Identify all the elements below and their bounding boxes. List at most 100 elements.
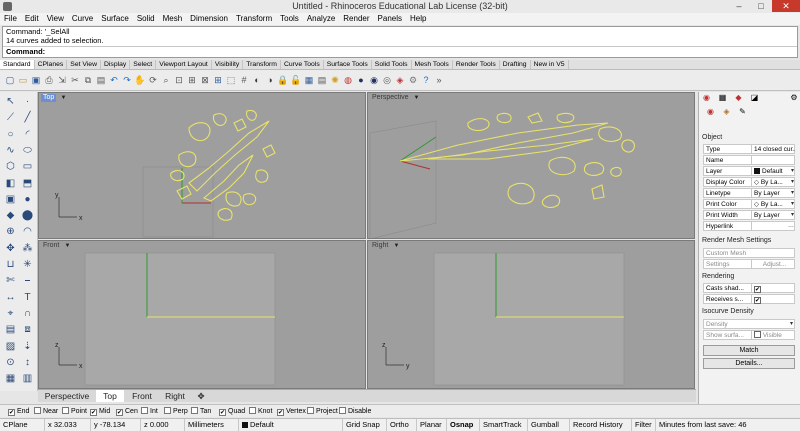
toolbar-tab-set-view[interactable]: Set View [67,60,101,69]
tab-front[interactable]: Front [126,390,158,402]
osnap-checkbox[interactable] [164,407,171,414]
record-history-toggle[interactable]: Record History [569,419,631,431]
dimension-icon[interactable]: ↔ [3,291,18,305]
help-icon[interactable]: ? [420,74,432,86]
select-arrow-icon[interactable]: ↖ [3,95,18,109]
menu-item-dimension[interactable]: Dimension [186,13,232,25]
more-icon[interactable]: » [433,74,445,86]
toolbar-tab-transform[interactable]: Transform [243,60,281,69]
menu-item-help[interactable]: Help [406,13,430,25]
osnap-end[interactable]: ✔ End [8,407,29,416]
density-dropdown-icon[interactable]: ▾ [790,320,793,329]
menu-item-edit[interactable]: Edit [21,13,43,25]
osnap-disable[interactable]: Disable [339,407,371,416]
osnap-mid[interactable]: ✔ Mid [90,407,110,416]
property-row-hyperlink[interactable]: Hyperlink… [703,221,795,231]
osnap-checkbox[interactable]: ✔ [8,409,15,416]
select-window-icon[interactable]: ⬚ [225,74,237,86]
unlock-icon[interactable]: 🔓 [290,74,302,86]
planar-toggle[interactable]: Planar [416,419,446,431]
layer-icon[interactable]: ▦ [303,74,315,86]
smarttrack-toggle[interactable]: SmartTrack [479,419,527,431]
osnap-checkbox[interactable] [249,407,256,414]
lock-icon[interactable]: 🔒 [277,74,289,86]
join-icon[interactable]: ⊔ [3,258,18,272]
extrude-icon[interactable]: ⬒ [20,177,35,191]
osnap-near[interactable]: Near [34,407,58,416]
dropdown-arrow-icon[interactable]: ▾ [791,211,794,220]
property-row-print-width[interactable]: Print Width By Layer ▾ [703,210,795,220]
toolbar-tab-new-in-v5[interactable]: New in V5 [531,60,569,69]
command-history[interactable]: Command: '_SelAll 14 curves added to sel… [2,26,798,58]
curve-icon[interactable]: ∿ [3,144,18,158]
light-subtab-icon[interactable]: ✎ [735,106,750,118]
toolbar-tab-standard[interactable]: Standard [0,60,35,69]
properties-tab-icon[interactable]: ◉ [699,92,714,104]
property-value[interactable]: 14 closed cur... [751,145,795,154]
visible-checkbox[interactable]: Visible [751,331,795,340]
grid-snap-toggle[interactable]: Grid Snap [342,419,386,431]
project-icon[interactable]: ⇣ [20,340,35,354]
menu-item-render[interactable]: Render [339,13,373,25]
casts-shadows-checkbox[interactable]: ✔ [751,284,795,293]
property-row-name[interactable]: Name [703,155,795,165]
object-subtab-icon[interactable]: ◉ [703,106,718,118]
tab-top[interactable]: Top [96,390,124,402]
copy-icon[interactable]: ⧉ [82,74,94,86]
viewport-top-label[interactable]: Top [41,94,57,102]
osnap-cen[interactable]: ✔ Cen [116,407,138,416]
undo-icon[interactable]: ↶ [108,74,120,86]
rectangle-icon[interactable]: ▭ [20,160,35,174]
tab-right[interactable]: Right [160,390,190,402]
open-file-icon[interactable]: ▭ [17,74,29,86]
osnap-knot[interactable]: Knot [249,407,272,416]
light-icon[interactable]: ✺ [329,74,341,86]
box-icon[interactable]: ▣ [3,193,18,207]
viewport-right-label[interactable]: Right [370,242,390,250]
zoom-icon[interactable]: ⌕ [160,74,172,86]
point-icon[interactable]: · [20,95,35,109]
osnap-perp[interactable]: Perp [164,407,188,416]
viewport-perspective-label[interactable]: Perspective [370,94,411,102]
menu-item-curve[interactable]: Curve [68,13,97,25]
osnap-checkbox[interactable]: ✔ [219,409,226,416]
toolbar-tab-render-tools[interactable]: Render Tools [453,60,500,69]
material-icon[interactable]: ◎ [381,74,393,86]
block-icon[interactable]: ▤ [3,323,18,337]
gumball-toggle[interactable]: Gumball [527,419,569,431]
array-icon[interactable]: ⁂ [20,242,35,256]
viewport-perspective[interactable]: Perspective ▼ [367,92,695,239]
osnap-vertex[interactable]: ✔ Vertex [277,407,306,416]
menu-item-solid[interactable]: Solid [133,13,159,25]
zoom-extents-icon[interactable]: ⊞ [186,74,198,86]
osnap-project[interactable]: Project [307,407,338,416]
osnap-point[interactable]: Point [62,407,87,416]
property-value[interactable]: By Layer ▾ [751,189,795,198]
property-value[interactable]: Default ▾ [751,167,795,176]
toolbar-tab-cplanes[interactable]: CPlanes [35,60,68,69]
maximize-button[interactable]: □ [750,0,772,12]
explode-icon[interactable]: ✳ [20,258,35,272]
analyze-icon[interactable]: ⌖ [3,307,18,321]
arc-icon[interactable]: ◜ [20,128,35,142]
property-value[interactable]: ◇ By La... ▾ [751,178,795,187]
osnap-toggle[interactable]: Osnap [446,419,479,431]
osnap-int[interactable]: Int [141,407,158,416]
toolbar-tab-visibility[interactable]: Visibility [212,60,244,69]
match-button[interactable]: Match [703,345,795,356]
viewport-top-menu-icon[interactable]: ▼ [60,94,67,102]
move-icon[interactable]: ✥ [3,242,18,256]
dropdown-arrow-icon[interactable]: ▾ [791,200,794,209]
close-button[interactable]: ✕ [772,0,800,12]
rendered-icon[interactable]: ◉ [368,74,380,86]
pan-icon[interactable]: ✋ [134,74,146,86]
polygon-icon[interactable]: ⬡ [3,160,18,174]
layer-status[interactable]: Default [238,419,342,431]
viewport-front-label[interactable]: Front [41,242,61,250]
dropdown-arrow-icon[interactable]: ▾ [791,167,794,176]
dropdown-arrow-icon[interactable]: ▾ [791,189,794,198]
toolbar-tab-viewport-layout[interactable]: Viewport Layout [156,60,212,69]
toolbar-tab-solid-tools[interactable]: Solid Tools [372,60,412,69]
menu-item-mesh[interactable]: Mesh [159,13,187,25]
osnap-checkbox[interactable]: ✔ [90,409,97,416]
